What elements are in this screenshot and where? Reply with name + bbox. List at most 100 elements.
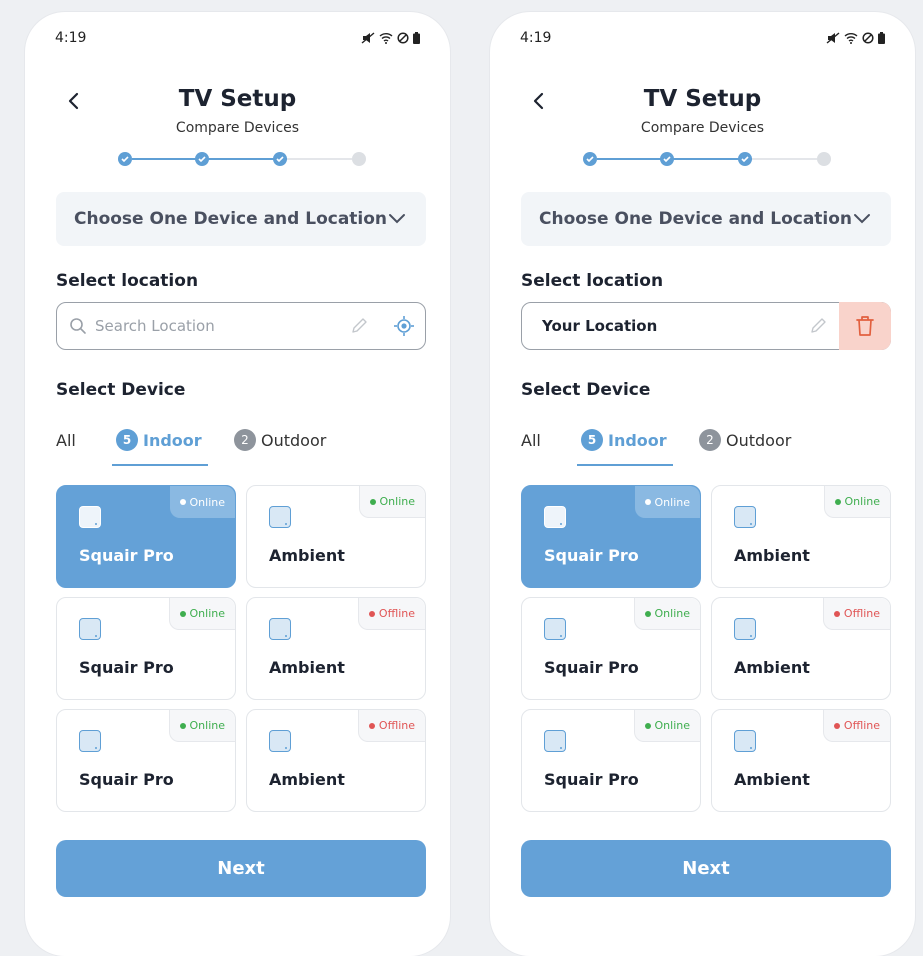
next-button[interactable]: Next [56, 840, 426, 897]
status-badge: Online [168, 710, 235, 742]
status-dot [833, 610, 840, 617]
device-card[interactable]: Online Squair Pro [521, 485, 701, 588]
device-card[interactable]: Online Squair Pro [56, 597, 236, 700]
progress-stepper [118, 152, 366, 166]
status-text: Online [379, 495, 415, 508]
status-time: 4:19 [520, 30, 552, 46]
status-badge: Online [633, 598, 700, 630]
device-filter-tabs: All 5 Indoor 2 Outdoor [521, 422, 891, 466]
status-icons [361, 32, 420, 44]
status-badge: Offline [822, 710, 890, 742]
active-tab-underline [112, 464, 208, 466]
device-name: Ambient [734, 770, 810, 789]
step-1-complete [118, 152, 132, 166]
status-text: Online [189, 719, 225, 732]
mute-icon [826, 32, 840, 44]
status-dot [368, 722, 375, 729]
chevron-down-icon [389, 214, 405, 224]
pencil-icon[interactable] [349, 316, 369, 336]
page-title: TV Setup [178, 86, 297, 112]
status-text: Offline [843, 607, 880, 620]
status-icons [826, 32, 885, 44]
status-dot [179, 610, 186, 617]
tab-outdoor-label: Outdoor [726, 430, 792, 450]
tab-outdoor-label: Outdoor [261, 430, 327, 450]
status-text: Online [654, 719, 690, 732]
search-icon [70, 318, 86, 334]
device-name: Ambient [269, 770, 345, 789]
device-icon [79, 618, 101, 640]
status-dot [369, 498, 376, 505]
status-badge: Offline [357, 598, 425, 630]
mute-icon [361, 32, 375, 44]
device-icon [544, 618, 566, 640]
device-location-dropdown[interactable]: Choose One Device and Location [56, 192, 426, 246]
location-placeholder: Search Location [95, 317, 215, 335]
device-icon [734, 618, 756, 640]
device-icon [544, 506, 566, 528]
indoor-count-badge: 5 [581, 429, 603, 451]
device-card[interactable]: Online Squair Pro [56, 709, 236, 812]
device-name: Squair Pro [79, 770, 174, 789]
step-2-complete [660, 152, 674, 166]
device-name: Squair Pro [544, 546, 639, 565]
device-card[interactable]: Offline Ambient [711, 709, 891, 812]
status-text: Offline [378, 607, 415, 620]
wifi-icon [844, 33, 858, 44]
battery-icon [878, 32, 885, 44]
status-dot [644, 499, 651, 505]
select-device-heading: Select Device [521, 380, 651, 400]
device-name: Squair Pro [544, 658, 639, 677]
tab-outdoor[interactable]: 2 Outdoor [234, 422, 326, 458]
pencil-icon[interactable] [808, 316, 828, 336]
device-card[interactable]: Online Squair Pro [56, 485, 236, 588]
device-card[interactable]: Online Squair Pro [521, 709, 701, 812]
current-location-icon[interactable] [393, 315, 415, 337]
wifi-icon [379, 33, 393, 44]
status-badge: Offline [822, 598, 890, 630]
tab-all-label: All [521, 430, 541, 450]
select-location-heading: Select location [521, 271, 664, 291]
device-icon [269, 506, 291, 528]
device-card[interactable]: Offline Ambient [246, 709, 426, 812]
status-text: Online [844, 495, 880, 508]
outdoor-count-badge: 2 [699, 429, 721, 451]
next-button[interactable]: Next [521, 840, 891, 897]
status-time: 4:19 [55, 30, 87, 46]
status-bar: 4:19 [520, 28, 885, 48]
page-subtitle: Compare Devices [175, 120, 300, 136]
status-text: Online [189, 607, 225, 620]
tab-indoor-label: Indoor [143, 430, 202, 450]
device-location-dropdown[interactable]: Choose One Device and Location [521, 192, 891, 246]
location-search-input[interactable]: Search Location [56, 302, 426, 350]
device-icon [734, 730, 756, 752]
device-card[interactable]: Online Ambient [246, 485, 426, 588]
device-card[interactable]: Online Ambient [711, 485, 891, 588]
device-card[interactable]: Online Squair Pro [521, 597, 701, 700]
status-bar: 4:19 [55, 28, 420, 48]
device-card[interactable]: Offline Ambient [711, 597, 891, 700]
step-1-complete [583, 152, 597, 166]
delete-location-button[interactable] [839, 302, 891, 350]
device-icon [544, 730, 566, 752]
tab-indoor[interactable]: 5 Indoor [116, 422, 202, 458]
device-name: Ambient [734, 546, 810, 565]
tab-outdoor[interactable]: 2 Outdoor [699, 422, 791, 458]
device-card[interactable]: Offline Ambient [246, 597, 426, 700]
status-dot [834, 498, 841, 505]
indoor-count-badge: 5 [116, 429, 138, 451]
status-dot [179, 722, 186, 729]
tab-all-label: All [56, 430, 76, 450]
device-icon [734, 506, 756, 528]
status-badge: Offline [357, 710, 425, 742]
tab-all[interactable]: All [521, 422, 541, 458]
tab-indoor[interactable]: 5 Indoor [581, 422, 667, 458]
location-input-filled[interactable]: Your Location [521, 302, 891, 350]
tab-all[interactable]: All [56, 422, 76, 458]
device-name: Ambient [269, 658, 345, 677]
status-badge: Online [169, 486, 235, 518]
step-2-complete [195, 152, 209, 166]
status-badge: Online [168, 598, 235, 630]
dropdown-label: Choose One Device and Location [74, 209, 388, 229]
blocked-icon [862, 32, 874, 44]
